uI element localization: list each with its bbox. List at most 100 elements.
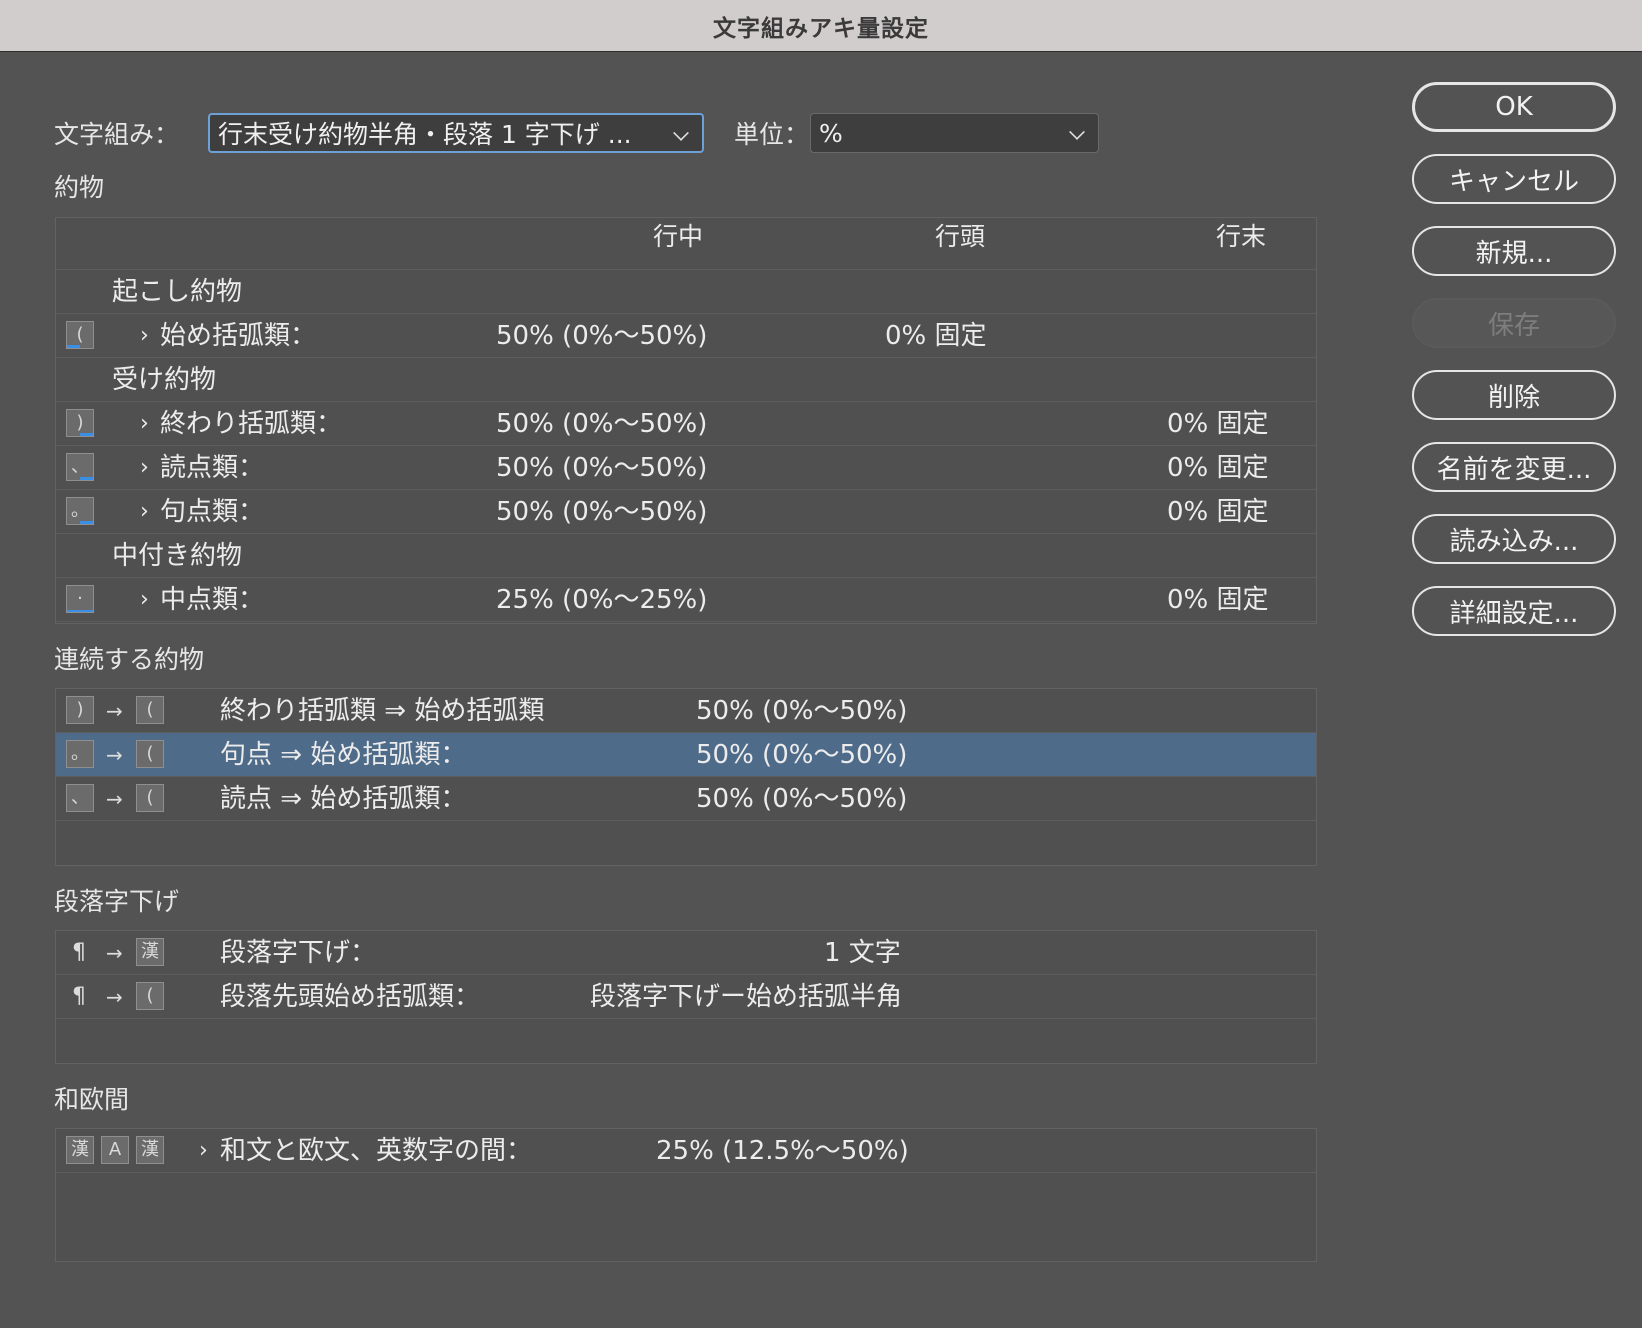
open-bracket-icon: (: [136, 784, 164, 812]
value-end[interactable]: 0% 固定: [1167, 578, 1269, 622]
table-row-kuten[interactable]: 。 › 句点類： 50% (0%〜50%) 0% 固定: [56, 490, 1316, 534]
value-end[interactable]: 0% 固定: [1167, 490, 1269, 534]
yakumono-table: 行中 行頭 行末 起こし約物 ( › 始め括弧類： 50% (0%〜50%) 0…: [55, 217, 1317, 624]
ok-button[interactable]: OK: [1412, 82, 1616, 132]
group-row-uke: 受け約物: [56, 358, 1316, 402]
value-start[interactable]: 0% 固定: [885, 314, 987, 358]
renzoku-section-title: 連続する約物: [54, 645, 205, 674]
table-row[interactable]: 、 → ( 読点 ⇒ 始め括弧類： 50% (0%〜50%): [56, 777, 1316, 821]
pilcrow-icon: ¶: [72, 984, 86, 1009]
value-mid[interactable]: 50% (0%〜50%): [496, 446, 707, 490]
yakumono-section-title: 約物: [54, 173, 105, 202]
pilcrow-icon: ¶: [72, 940, 86, 965]
rename-button[interactable]: 名前を変更...: [1412, 442, 1616, 492]
table-row-owari-kakko[interactable]: ) › 終わり括弧類： 50% (0%〜50%) 0% 固定: [56, 402, 1316, 446]
cancel-button[interactable]: キャンセル: [1412, 154, 1616, 204]
open-bracket-icon: (: [136, 696, 164, 724]
row-label: 段落先頭始め括弧類：: [220, 982, 481, 1012]
chevron-down-icon: [1069, 124, 1085, 140]
comma-icon: 、: [66, 784, 94, 812]
arrow-right-icon: →: [106, 787, 123, 811]
open-bracket-icon: (: [136, 982, 164, 1010]
value-mid[interactable]: 50% (0%〜50%): [496, 314, 707, 358]
expand-chevron-icon[interactable]: ›: [140, 446, 149, 490]
row-value[interactable]: 25% (12.5%〜50%): [656, 1129, 909, 1173]
load-button[interactable]: 読み込み...: [1412, 514, 1616, 564]
group-row-okoshi: 起こし約物: [56, 270, 1316, 314]
mojikumi-select-value: 行末受け約物半角・段落 1 字下げ ...: [218, 120, 632, 149]
unit-label: 単位：: [734, 120, 810, 149]
expand-chevron-icon[interactable]: ›: [140, 578, 149, 622]
table-header-row: 行中 行頭 行末: [56, 218, 1316, 270]
table-row[interactable]: ¶ → ( 段落先頭始め括弧類： 段落字下げー始め括弧半角: [56, 975, 1316, 1019]
waou-section-title: 和欧間: [54, 1085, 130, 1114]
kanji-icon: 漢: [136, 938, 164, 966]
arrow-right-icon: →: [106, 985, 123, 1009]
kanji-icon: 漢: [66, 1136, 94, 1164]
table-row[interactable]: ¶ → 漢 段落字下げ： 1 文字: [56, 931, 1316, 975]
expand-chevron-icon[interactable]: ›: [140, 490, 149, 534]
row-value[interactable]: 1 文字: [824, 931, 901, 975]
row-label: 終わり括弧類：: [160, 409, 343, 439]
expand-chevron-icon[interactable]: ›: [140, 314, 149, 358]
header-mid: 行中: [653, 222, 704, 251]
mojikumi-select[interactable]: 行末受け約物半角・段落 1 字下げ ...: [208, 113, 704, 153]
table-row[interactable]: 漢 A 漢 › 和文と欧文、英数字の間： 25% (12.5%〜50%): [56, 1129, 1316, 1173]
value-mid[interactable]: 50% (0%〜50%): [496, 490, 707, 534]
period-icon: 。: [66, 497, 94, 525]
row-label: 句点類：: [160, 497, 265, 527]
new-button[interactable]: 新規...: [1412, 226, 1616, 276]
dialog-title: 文字組みアキ量設定: [0, 0, 1642, 52]
row-label: 読点類：: [160, 453, 265, 483]
jisage-section-title: 段落字下げ: [54, 887, 180, 916]
table-row[interactable]: ) → ( 終わり括弧類 ⇒ 始め括弧類 50% (0%〜50%): [56, 689, 1316, 733]
row-label: 始め括弧類：: [160, 321, 317, 351]
value-end[interactable]: 0% 固定: [1167, 402, 1269, 446]
value-mid[interactable]: 25% (0%〜25%): [496, 578, 707, 622]
delete-button[interactable]: 削除: [1412, 370, 1616, 420]
header-start: 行頭: [935, 222, 986, 251]
group-label: 受け約物: [112, 365, 217, 395]
row-label: 終わり括弧類 ⇒ 始め括弧類: [220, 696, 545, 726]
close-bracket-icon: ): [66, 409, 94, 437]
group-row-nakatsuki: 中付き約物: [56, 534, 1316, 578]
table-row-nakaguro[interactable]: · › 中点類： 25% (0%〜25%) 0% 固定: [56, 578, 1316, 622]
expand-chevron-icon[interactable]: ›: [199, 1129, 208, 1173]
arrow-right-icon: →: [106, 743, 123, 767]
chevron-down-icon: [673, 125, 689, 141]
header-end: 行末: [1216, 222, 1267, 251]
row-value[interactable]: 50% (0%〜50%): [696, 777, 907, 821]
period-icon: 。: [66, 740, 94, 768]
row-label: 読点 ⇒ 始め括弧類：: [220, 784, 467, 814]
jisage-table: ¶ → 漢 段落字下げ： 1 文字 ¶ → ( 段落先頭始め括弧類： 段落字下げ…: [55, 930, 1317, 1064]
row-value[interactable]: 段落字下げー始め括弧半角: [590, 975, 902, 1019]
row-value[interactable]: 50% (0%〜50%): [696, 689, 907, 733]
row-value[interactable]: 50% (0%〜50%): [696, 733, 907, 777]
row-label: 和文と欧文、英数字の間：: [220, 1136, 533, 1166]
alphabet-icon: A: [101, 1136, 129, 1164]
row-label: 段落字下げ：: [220, 938, 377, 968]
unit-select[interactable]: %: [810, 113, 1099, 153]
save-button[interactable]: 保存: [1412, 298, 1616, 348]
group-label: 起こし約物: [112, 277, 243, 307]
open-bracket-icon: (: [66, 321, 94, 349]
arrow-right-icon: →: [106, 699, 123, 723]
arrow-right-icon: →: [106, 941, 123, 965]
table-row-selected[interactable]: 。 → ( 句点 ⇒ 始め括弧類： 50% (0%〜50%): [56, 733, 1316, 777]
comma-icon: 、: [66, 453, 94, 481]
row-label: 句点 ⇒ 始め括弧類：: [220, 740, 467, 770]
renzoku-table: ) → ( 終わり括弧類 ⇒ 始め括弧類 50% (0%〜50%) 。 → ( …: [55, 688, 1317, 866]
table-row-tooten[interactable]: 、 › 読点類： 50% (0%〜50%) 0% 固定: [56, 446, 1316, 490]
kanji-icon: 漢: [136, 1136, 164, 1164]
table-row-hajime-kakko[interactable]: ( › 始め括弧類： 50% (0%〜50%) 0% 固定: [56, 314, 1316, 358]
value-mid[interactable]: 50% (0%〜50%): [496, 402, 707, 446]
close-bracket-icon: ): [66, 696, 94, 724]
mojikumi-label: 文字組み：: [54, 120, 180, 149]
advanced-settings-button[interactable]: 詳細設定...: [1412, 586, 1616, 636]
row-label: 中点類：: [160, 585, 265, 615]
waou-table: 漢 A 漢 › 和文と欧文、英数字の間： 25% (12.5%〜50%): [55, 1128, 1317, 1262]
value-end[interactable]: 0% 固定: [1167, 446, 1269, 490]
expand-chevron-icon[interactable]: ›: [140, 402, 149, 446]
middle-dot-icon: ·: [66, 585, 94, 613]
open-bracket-icon: (: [136, 740, 164, 768]
